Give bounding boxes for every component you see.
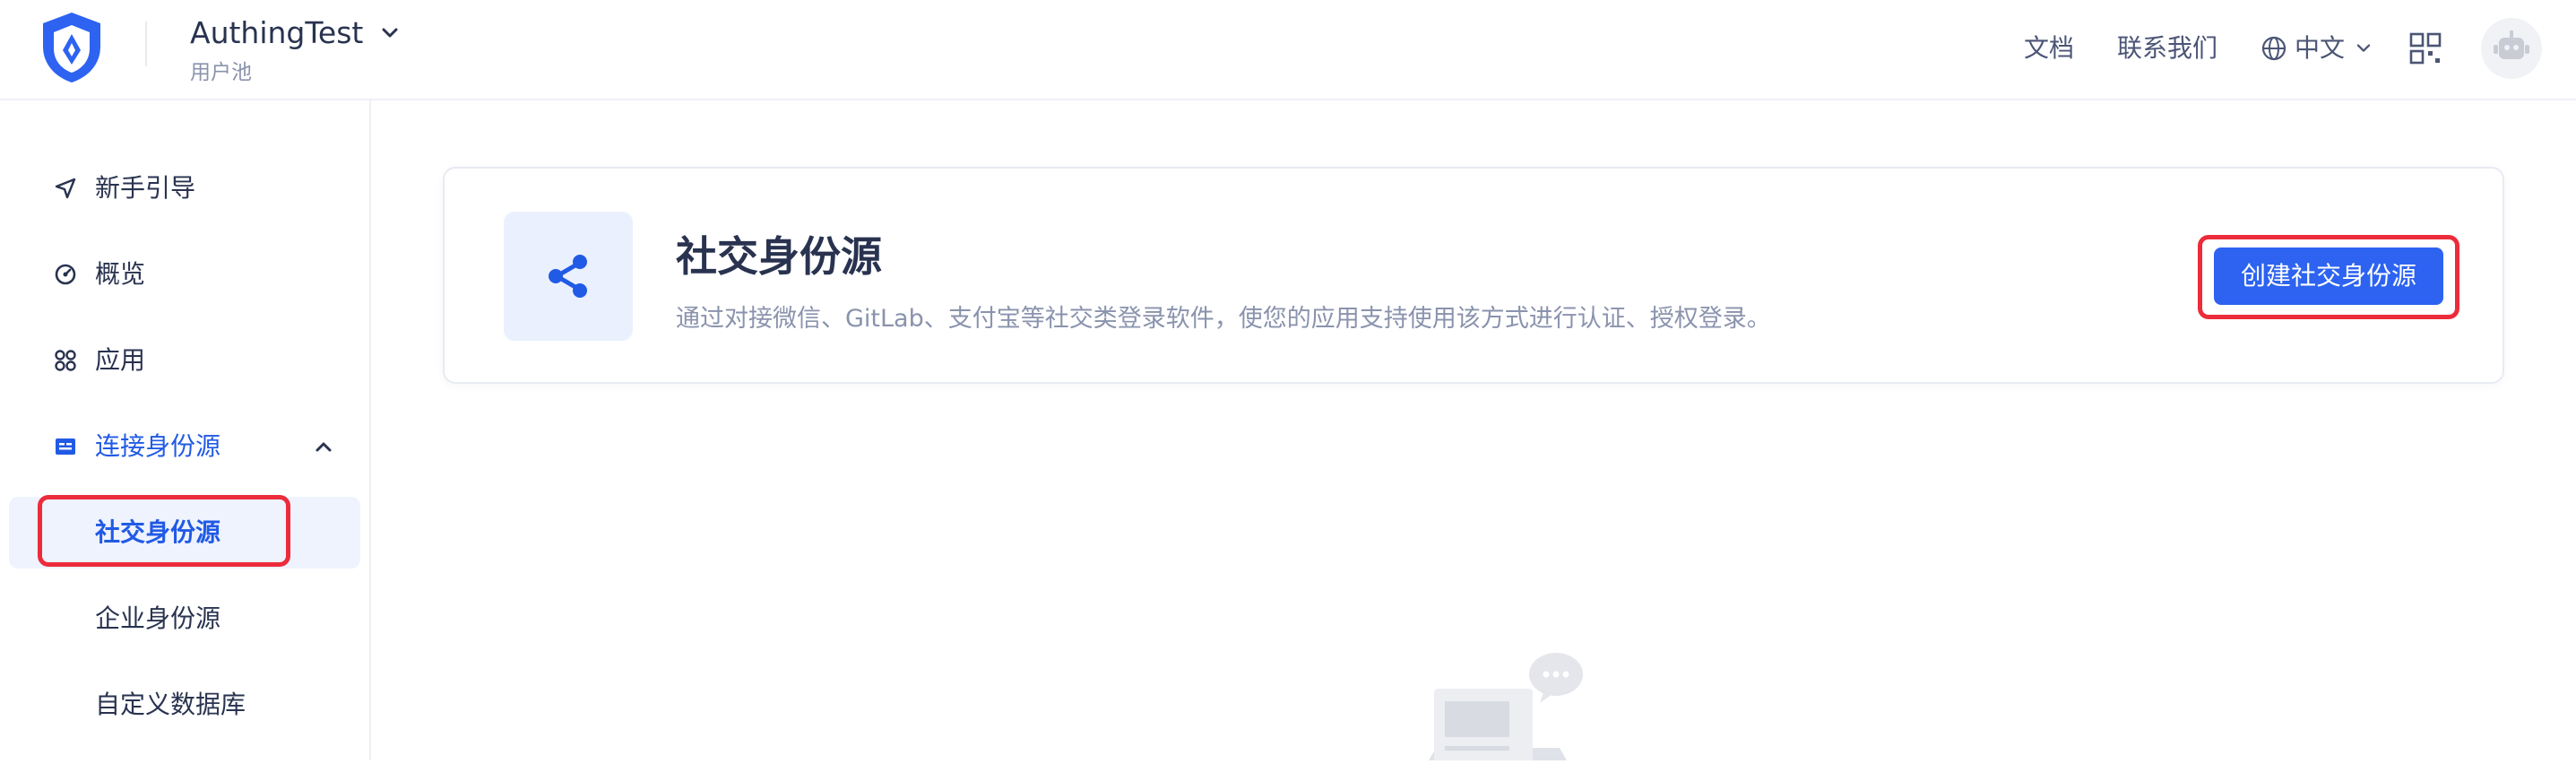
sidebar-item-label: 企业身份源 — [95, 603, 221, 633]
header-divider — [145, 22, 147, 66]
contact-us-link[interactable]: 联系我们 — [2117, 27, 2217, 70]
authing-logo-icon[interactable] — [38, 9, 106, 84]
id-card-icon — [52, 433, 79, 460]
chevron-up-icon — [316, 442, 332, 452]
sidebar-item-enterprise-idp[interactable]: 企业身份源 — [9, 583, 360, 655]
docs-link[interactable]: 文档 — [2024, 27, 2074, 70]
share-icon — [549, 255, 587, 298]
sidebar-item-label: 应用 — [95, 345, 146, 375]
create-social-idp-button[interactable]: 创建社交身份源 — [2214, 247, 2443, 305]
language-label: 中文 — [2295, 33, 2346, 63]
card-title: 社交身份源 — [676, 232, 882, 281]
sidebar-item-guide[interactable]: 新手引导 — [9, 152, 360, 224]
empty-document-icon — [1429, 653, 1583, 764]
sidebar-item-label: 概览 — [95, 259, 146, 289]
chevron-down-icon — [382, 28, 398, 38]
sidebar-item-connections[interactable]: 连接身份源 — [9, 411, 360, 482]
sidebar-item-custom-database[interactable]: 自定义数据库 — [9, 669, 360, 741]
user-avatar[interactable] — [2481, 18, 2542, 79]
sidebar-item-label: 社交身份源 — [95, 517, 221, 547]
card-icon-box — [504, 212, 633, 341]
globe-icon — [2261, 36, 2286, 61]
apps-icon — [52, 347, 79, 374]
sidebar-item-label: 自定义数据库 — [95, 690, 246, 719]
sidebar: 新手引导 概览 应用 连接身份源 社交身份源 企业身份源 自定义数据库 — [0, 100, 371, 760]
chevron-down-icon — [2356, 44, 2371, 52]
social-idp-intro-card: 社交身份源 通过对接微信、GitLab、支付宝等社交类登录软件，使您的应用支持使… — [443, 167, 2504, 384]
send-icon — [52, 175, 79, 202]
top-header: AuthingTest 用户池 文档 联系我们 中文 — [0, 0, 2576, 100]
robot-avatar-icon — [2494, 30, 2529, 59]
card-description: 通过对接微信、GitLab、支付宝等社交类登录软件，使您的应用支持使用该方式进行… — [676, 305, 1771, 333]
qrcode-icon[interactable] — [2407, 30, 2443, 66]
sidebar-item-social-idp[interactable]: 社交身份源 — [9, 497, 360, 569]
userpool-switcher[interactable]: AuthingTest — [190, 13, 403, 54]
sidebar-item-label: 连接身份源 — [95, 431, 221, 461]
empty-state-illustration — [1409, 649, 1588, 764]
language-switcher[interactable]: 中文 — [2260, 27, 2375, 70]
sidebar-item-overview[interactable]: 概览 — [9, 239, 360, 310]
sidebar-item-label: 新手引导 — [95, 173, 196, 203]
userpool-subtitle: 用户池 — [190, 61, 252, 84]
userpool-name: AuthingTest — [190, 15, 364, 50]
sidebar-item-apps[interactable]: 应用 — [9, 325, 360, 396]
dashboard-icon — [52, 261, 79, 288]
